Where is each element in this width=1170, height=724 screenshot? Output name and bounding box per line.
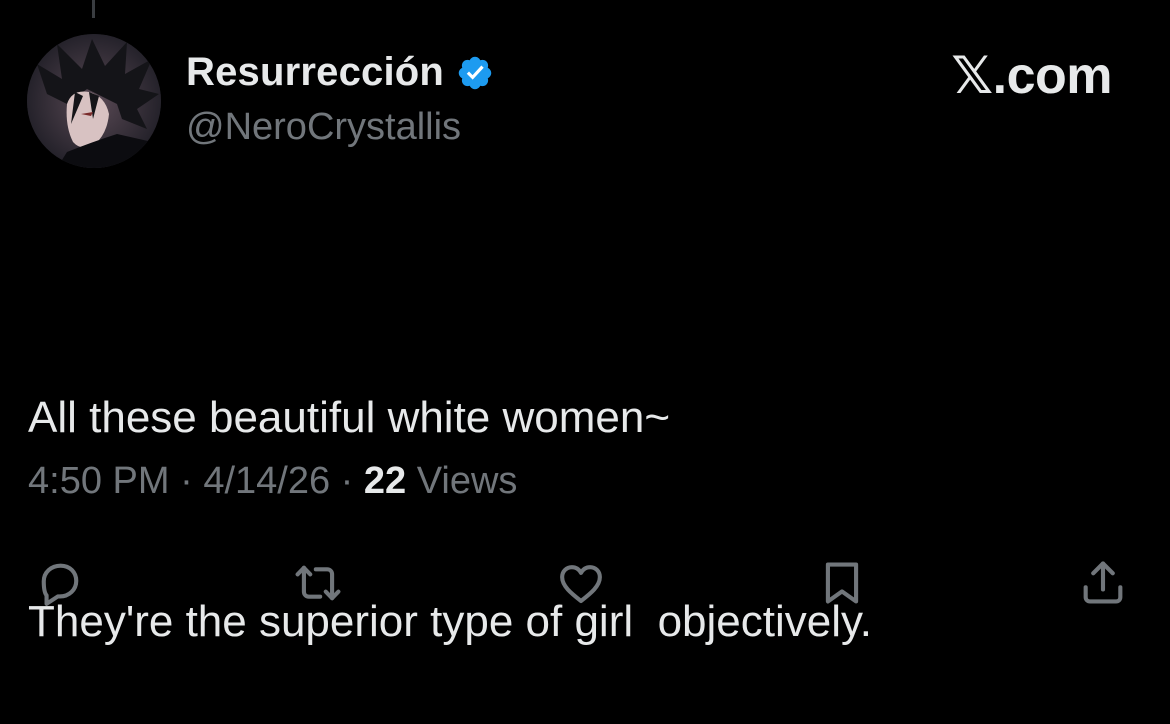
bookmark-button[interactable] <box>814 555 870 611</box>
tweet-date[interactable]: 4/14/26 <box>203 460 330 502</box>
meta-separator: · <box>169 460 204 502</box>
author-handle[interactable]: @NeroCrystallis <box>186 106 461 149</box>
avatar-image <box>27 34 161 168</box>
repost-icon <box>295 565 341 601</box>
tweet-time[interactable]: 4:50 PM <box>28 460 170 502</box>
avatar[interactable] <box>27 34 161 168</box>
author-name-row: Resurrección <box>186 50 494 95</box>
repost-button[interactable] <box>290 555 346 611</box>
share-button[interactable] <box>1075 555 1131 611</box>
x-brand-logo: 𝕏.com <box>951 47 1112 105</box>
tweet-action-bar <box>0 555 1170 615</box>
heart-icon <box>560 565 602 604</box>
reply-icon <box>41 563 79 606</box>
views-count[interactable]: 22 <box>364 460 406 502</box>
share-icon <box>1083 561 1123 604</box>
bookmark-icon <box>825 562 859 604</box>
verified-badge-icon <box>456 54 494 92</box>
reply-button[interactable] <box>32 555 88 611</box>
tweet-line: All these beautiful white women~ <box>28 393 671 442</box>
author-display-name[interactable]: Resurrección <box>186 50 444 95</box>
meta-separator: · <box>330 460 364 502</box>
thread-connector-line <box>92 0 95 18</box>
tweet-metadata: 4:50 PM · 4/14/26 · 22 Views <box>28 460 517 503</box>
views-label[interactable]: Views <box>406 460 518 502</box>
like-button[interactable] <box>553 555 609 611</box>
